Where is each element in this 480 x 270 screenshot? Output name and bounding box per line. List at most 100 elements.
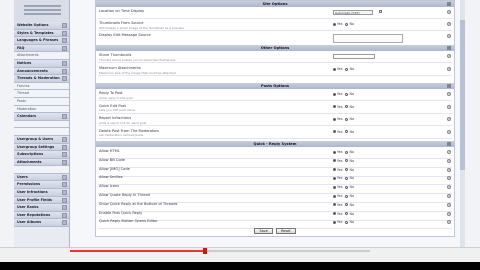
expand-icon[interactable] xyxy=(62,23,67,28)
radio-yes[interactable] xyxy=(333,22,336,26)
radio-yes[interactable] xyxy=(333,203,336,207)
section-header-posts[interactable]: Posts Options xyxy=(96,83,454,89)
section-header-site[interactable]: Site Options xyxy=(96,1,454,7)
sidebar-item[interactable]: Thread xyxy=(14,90,69,98)
sidebar-item[interactable]: Attachments xyxy=(14,52,69,60)
sidebar-item[interactable]: User Infractions xyxy=(14,189,69,197)
collapse-icon[interactable] xyxy=(447,46,451,50)
expand-icon[interactable] xyxy=(62,220,67,226)
expand-icon[interactable] xyxy=(62,30,67,36)
section-header-quick-reply[interactable]: Quick - Reply System xyxy=(96,141,454,147)
help-icon[interactable]: ? xyxy=(447,54,451,58)
help-icon[interactable]: ? xyxy=(447,67,451,71)
help-icon[interactable]: ? xyxy=(447,158,451,163)
expand-icon[interactable] xyxy=(62,76,67,82)
sidebar-item[interactable]: Styles & Templates xyxy=(14,29,69,38)
expand-icon[interactable] xyxy=(62,144,67,150)
help-icon[interactable]: ? xyxy=(447,211,451,216)
sidebar-item[interactable]: Forums xyxy=(14,82,69,91)
expand-icon[interactable] xyxy=(62,152,67,158)
progress-knob[interactable] xyxy=(203,248,207,254)
sidebar-item[interactable]: Notices xyxy=(14,59,69,68)
radio-yes[interactable] xyxy=(333,150,336,154)
sidebar-item[interactable]: User Profile Fields xyxy=(14,196,69,205)
yes-no-radio-group[interactable]: Yes No xyxy=(333,168,354,172)
radio-yes[interactable] xyxy=(333,212,336,216)
radio-yes[interactable] xyxy=(333,105,336,108)
expand-icon[interactable] xyxy=(62,197,67,203)
sidebar-item[interactable] xyxy=(14,166,69,174)
sidebar-item[interactable]: FAQ xyxy=(14,44,69,53)
sidebar-item[interactable]: Usergroup & Users xyxy=(14,135,69,144)
sidebar-item[interactable]: Announcements xyxy=(14,67,69,76)
sidebar-item[interactable] xyxy=(14,128,69,136)
expand-icon[interactable] xyxy=(62,174,67,180)
help-icon[interactable]: ? xyxy=(447,129,451,134)
expand-icon[interactable] xyxy=(62,205,67,211)
radio-yes[interactable] xyxy=(333,130,336,133)
expand-icon[interactable] xyxy=(62,212,67,218)
help-icon[interactable]: ? xyxy=(447,22,451,26)
radio-yes[interactable] xyxy=(333,194,336,198)
help-icon[interactable]: ? xyxy=(447,176,451,181)
radio-yes[interactable] xyxy=(333,117,336,121)
yes-no-radio-group[interactable]: Yes No xyxy=(333,150,354,154)
sidebar-item[interactable]: Subscriptions xyxy=(14,151,69,159)
yes-no-radio-group[interactable]: Yes No xyxy=(333,117,354,121)
yes-no-radio-group[interactable]: Yes No xyxy=(333,194,354,198)
section-header-other[interactable]: Other Options xyxy=(96,45,454,51)
help-icon[interactable]: ? xyxy=(447,150,451,154)
collapse-icon[interactable] xyxy=(447,2,451,6)
sidebar-item[interactable]: Posts xyxy=(14,97,69,106)
help-icon[interactable]: ? xyxy=(447,167,451,172)
yes-no-radio-group[interactable]: Yes No xyxy=(333,176,354,180)
yes-no-radio-group[interactable]: Yes No xyxy=(333,159,354,163)
sidebar-item[interactable]: Threads & Moderation xyxy=(14,75,69,83)
help-icon[interactable]: ? xyxy=(447,34,451,38)
help-icon[interactable]: ? xyxy=(447,202,451,207)
yes-no-radio-group[interactable]: Yes No xyxy=(333,92,354,96)
sidebar-item[interactable]: User Albums xyxy=(14,219,69,228)
expand-icon[interactable] xyxy=(62,114,67,120)
sidebar-item[interactable]: Languages & Phrases xyxy=(14,37,69,45)
sidebar-item[interactable]: Users xyxy=(14,173,69,182)
setting-input[interactable] xyxy=(333,54,375,59)
radio-yes[interactable] xyxy=(333,159,336,163)
yes-no-radio-group[interactable]: Yes No xyxy=(333,220,354,224)
sidebar-item[interactable]: Attachments xyxy=(14,158,69,167)
video-progress-bar[interactable] xyxy=(0,247,480,262)
help-icon[interactable]: ? xyxy=(447,92,451,96)
collapse-icon[interactable] xyxy=(447,142,451,146)
expand-icon[interactable] xyxy=(62,190,67,196)
sidebar-item[interactable] xyxy=(14,120,69,129)
radio-yes[interactable] xyxy=(333,67,336,71)
timezone-select[interactable]: Automatic (CST) xyxy=(333,10,373,15)
radio-yes[interactable] xyxy=(333,220,336,224)
expand-icon[interactable] xyxy=(62,159,67,165)
expand-icon[interactable] xyxy=(62,38,67,44)
yes-no-radio-group[interactable]: Yes No xyxy=(333,105,354,109)
yes-no-radio-group[interactable]: Yes No xyxy=(333,67,354,71)
help-icon[interactable]: ? xyxy=(447,194,451,198)
expand-icon[interactable] xyxy=(62,45,67,51)
sidebar-item[interactable]: Permissions xyxy=(14,181,69,190)
reset-button[interactable]: Reset xyxy=(276,228,296,234)
expand-icon[interactable] xyxy=(62,136,67,142)
expand-icon[interactable] xyxy=(62,60,67,66)
help-icon[interactable]: ? xyxy=(447,104,451,109)
collapse-icon[interactable] xyxy=(447,84,451,88)
setting-checkbox[interactable] xyxy=(379,10,382,13)
radio-yes[interactable] xyxy=(333,92,336,96)
yes-no-radio-group[interactable]: Yes No xyxy=(333,185,354,189)
yes-no-radio-group[interactable]: Yes No xyxy=(333,203,354,207)
sidebar-item[interactable]: Moderation xyxy=(14,105,69,114)
help-icon[interactable]: ? xyxy=(447,10,451,14)
sidebar-item[interactable]: Website Options xyxy=(14,22,69,30)
sidebar-item[interactable]: Calendars xyxy=(14,113,69,121)
save-button[interactable]: Save xyxy=(254,228,273,234)
yes-no-radio-group[interactable]: Yes No xyxy=(333,212,354,216)
help-icon[interactable]: ? xyxy=(447,117,451,121)
radio-yes[interactable] xyxy=(333,168,336,172)
radio-yes[interactable] xyxy=(333,185,336,189)
sidebar-item[interactable]: User Reputations xyxy=(14,211,69,220)
